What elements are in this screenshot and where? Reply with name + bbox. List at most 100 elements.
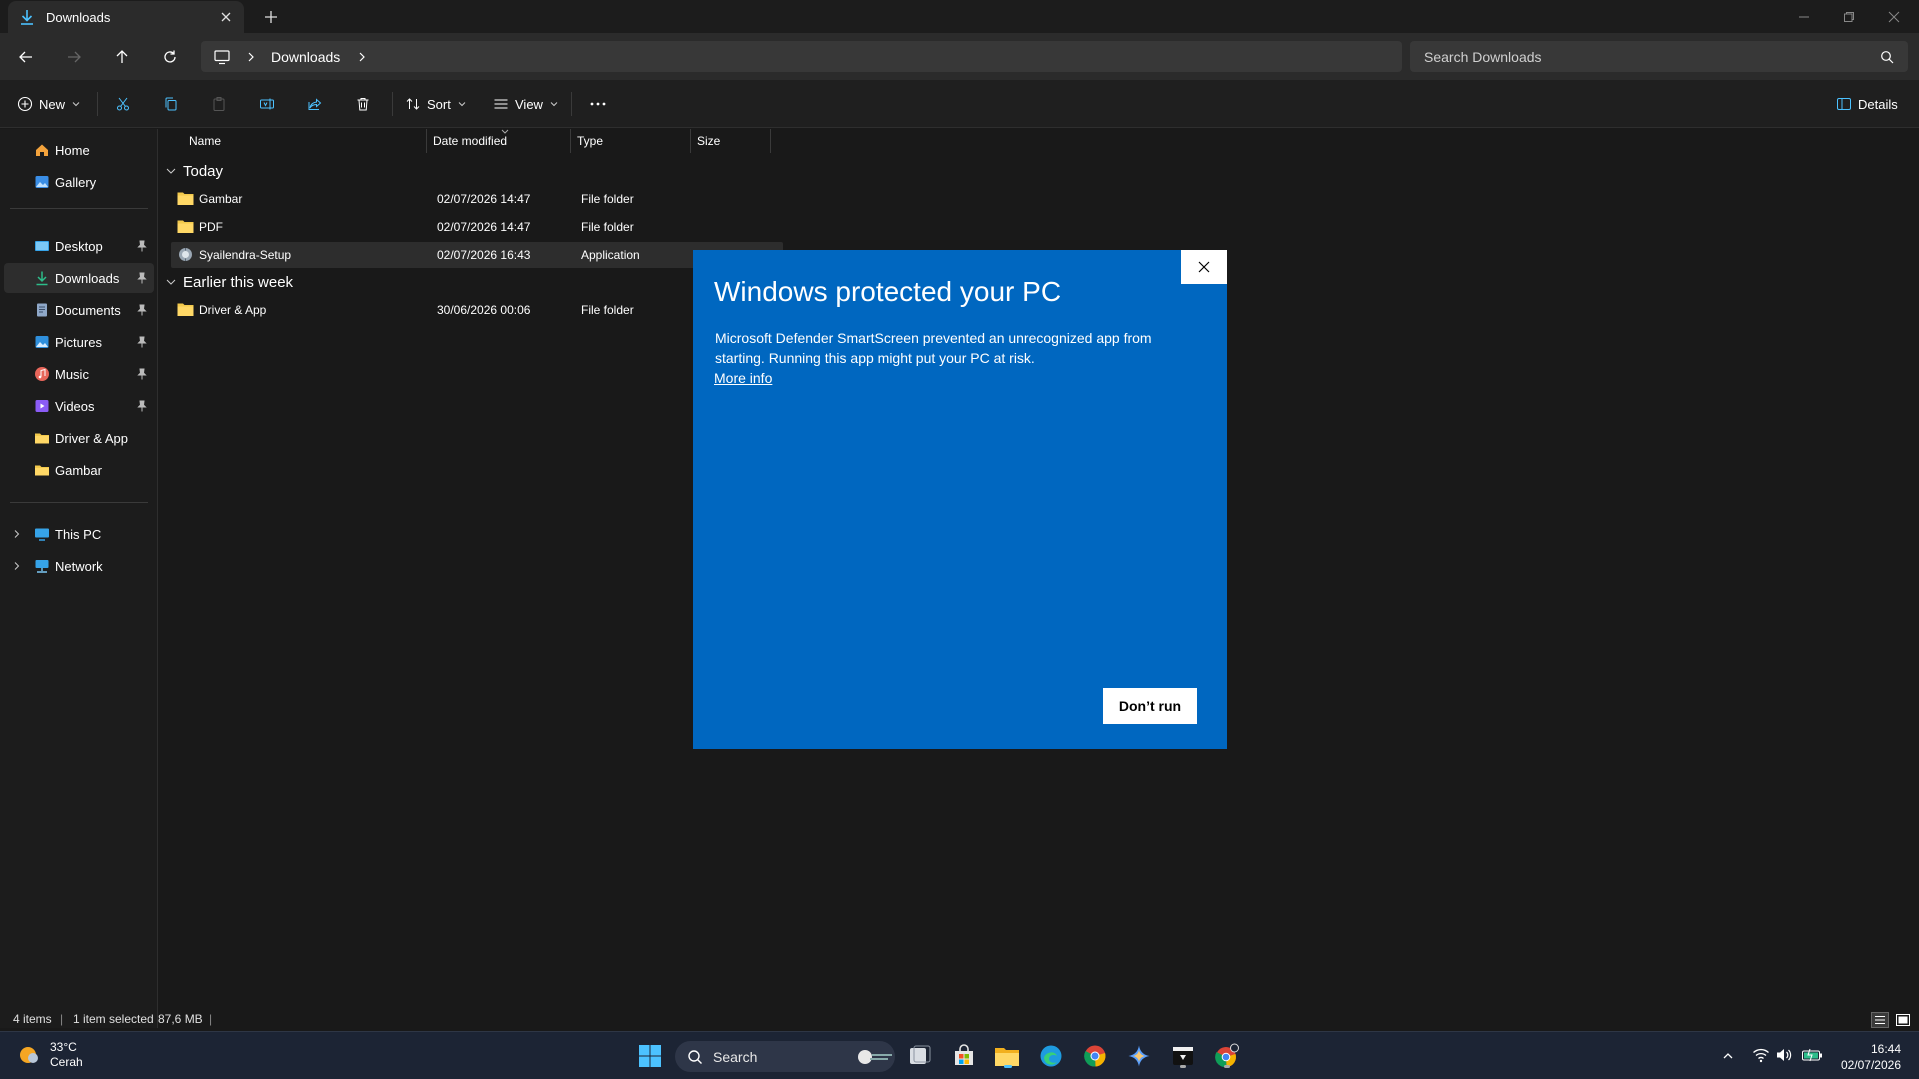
store-button[interactable] — [950, 1042, 978, 1070]
file-explorer-button[interactable] — [993, 1042, 1021, 1070]
view-label: View — [515, 96, 543, 112]
tiles-view-icon[interactable] — [1894, 1012, 1912, 1028]
videos-icon — [35, 400, 49, 412]
file-type: File folder — [581, 303, 634, 317]
more-options-button[interactable] — [588, 92, 614, 116]
pin-icon[interactable] — [136, 240, 148, 252]
taskbar-search[interactable]: Search — [675, 1041, 895, 1072]
status-separator: | — [209, 1012, 213, 1026]
chevron-down-icon — [166, 279, 176, 285]
group-header-earlier-this-week[interactable]: Earlier this week — [165, 270, 293, 294]
chevron-right-icon[interactable] — [12, 561, 22, 571]
sidebar-item-downloads[interactable]: Downloads — [4, 263, 154, 293]
pc-icon — [35, 528, 49, 541]
chevron-right-icon[interactable] — [356, 51, 368, 63]
more-info-link[interactable]: More info — [714, 370, 772, 386]
column-header-size[interactable]: Size — [691, 129, 771, 153]
start-button[interactable] — [636, 1042, 664, 1070]
new-tab-icon[interactable] — [260, 6, 282, 28]
table-row-selected[interactable]: Syailendra-Setup 02/07/2026 16:43 Applic… — [171, 242, 783, 268]
plus-circle-icon — [17, 96, 33, 112]
pin-icon[interactable] — [136, 400, 148, 412]
edge-button[interactable] — [1037, 1042, 1065, 1070]
search-input[interactable]: Search Downloads — [1410, 41, 1908, 72]
sidebar-item-music[interactable]: Music — [4, 359, 154, 389]
dialog-close-button[interactable] — [1181, 250, 1227, 284]
rename-button[interactable] — [259, 92, 281, 116]
cut-button[interactable] — [115, 92, 137, 116]
copy-button[interactable] — [163, 92, 185, 116]
chrome-button[interactable] — [1081, 1042, 1109, 1070]
column-header-type[interactable]: Type — [571, 129, 691, 153]
selection-size: 87,6 MB — [158, 1012, 203, 1026]
group-header-today[interactable]: Today — [165, 159, 223, 183]
address-bar[interactable]: Downloads — [201, 41, 1402, 72]
sidebar-item-pictures[interactable]: Pictures — [4, 327, 154, 357]
paste-icon — [213, 97, 225, 111]
chevron-up-icon[interactable] — [1722, 1050, 1734, 1062]
breadcrumb-downloads[interactable]: Downloads — [271, 49, 340, 65]
pin-icon[interactable] — [136, 272, 148, 284]
wifi-icon[interactable] — [1752, 1047, 1770, 1063]
scissors-icon — [117, 97, 129, 111]
view-button[interactable]: View — [493, 92, 565, 116]
dont-run-button[interactable]: Don’t run — [1103, 688, 1197, 724]
column-header-date[interactable]: Date modified — [427, 129, 571, 153]
battery-icon[interactable] — [1801, 1047, 1823, 1063]
pin-icon[interactable] — [136, 336, 148, 348]
title-bar: Downloads — [0, 0, 1919, 33]
close-tab-icon[interactable] — [218, 9, 234, 25]
delete-button[interactable] — [355, 92, 377, 116]
dialog-title: Windows protected your PC — [714, 276, 1062, 307]
file-name: Syailendra-Setup — [199, 248, 292, 262]
folder-icon — [35, 465, 49, 476]
view-icon — [494, 99, 508, 109]
details-button[interactable]: Details — [1836, 92, 1898, 116]
sidebar-item-desktop[interactable]: Desktop — [4, 231, 154, 261]
minimize-button[interactable] — [1781, 0, 1827, 33]
task-view-button[interactable] — [906, 1042, 934, 1070]
refresh-button[interactable] — [156, 43, 184, 71]
sidebar-item-this-pc[interactable]: This PC — [4, 519, 154, 549]
up-button[interactable] — [108, 43, 136, 71]
divider — [10, 502, 148, 503]
weather-widget[interactable]: 33°C Cerah — [18, 1040, 83, 1070]
table-row[interactable]: Gambar 02/07/2026 14:47 File folder — [171, 186, 783, 212]
system-clock[interactable]: 16:44 02/07/2026 — [1841, 1041, 1901, 1073]
close-window-button[interactable] — [1871, 0, 1917, 33]
clock-date: 02/07/2026 — [1840, 1058, 1901, 1072]
sidebar-item-home[interactable]: Home — [4, 135, 154, 165]
copilot-button[interactable] — [1125, 1042, 1153, 1070]
volume-icon[interactable] — [1775, 1047, 1793, 1063]
details-label: Details — [1858, 96, 1898, 112]
sidebar-item-network[interactable]: Network — [4, 551, 154, 581]
file-date: 02/07/2026 14:47 — [437, 192, 531, 206]
details-view-icon[interactable] — [1871, 1012, 1889, 1028]
table-row[interactable]: PDF 02/07/2026 14:47 File folder — [171, 214, 783, 240]
chrome-profile-button[interactable] — [1213, 1042, 1241, 1070]
folder-icon — [35, 433, 49, 444]
pin-icon[interactable] — [136, 304, 148, 316]
table-row[interactable]: Driver & App 30/06/2026 00:06 File folde… — [171, 297, 783, 323]
new-button[interactable]: New — [17, 92, 87, 116]
share-button[interactable] — [307, 92, 329, 116]
sidebar-item-driver-app[interactable]: Driver & App — [4, 423, 154, 453]
chevron-right-icon[interactable] — [12, 529, 22, 539]
sidebar-item-documents[interactable]: Documents — [4, 295, 154, 325]
setup-app-button[interactable] — [1169, 1042, 1197, 1070]
sidebar-item-gambar[interactable]: Gambar — [4, 455, 154, 485]
paste-button[interactable] — [211, 92, 233, 116]
close-icon — [1888, 11, 1900, 22]
forward-button[interactable] — [60, 43, 88, 71]
column-header-name[interactable]: Name — [183, 129, 427, 153]
back-button[interactable] — [12, 43, 40, 71]
file-date: 02/07/2026 14:47 — [437, 220, 531, 234]
chevron-down-icon — [458, 102, 466, 107]
tab-downloads[interactable]: Downloads — [8, 1, 244, 33]
pin-icon[interactable] — [136, 368, 148, 380]
sort-button[interactable]: Sort — [405, 92, 473, 116]
restore-button[interactable] — [1826, 0, 1872, 33]
sidebar-item-videos[interactable]: Videos — [4, 391, 154, 421]
clock-time: 16:44 — [1870, 1042, 1901, 1056]
sidebar-item-gallery[interactable]: Gallery — [4, 167, 154, 197]
